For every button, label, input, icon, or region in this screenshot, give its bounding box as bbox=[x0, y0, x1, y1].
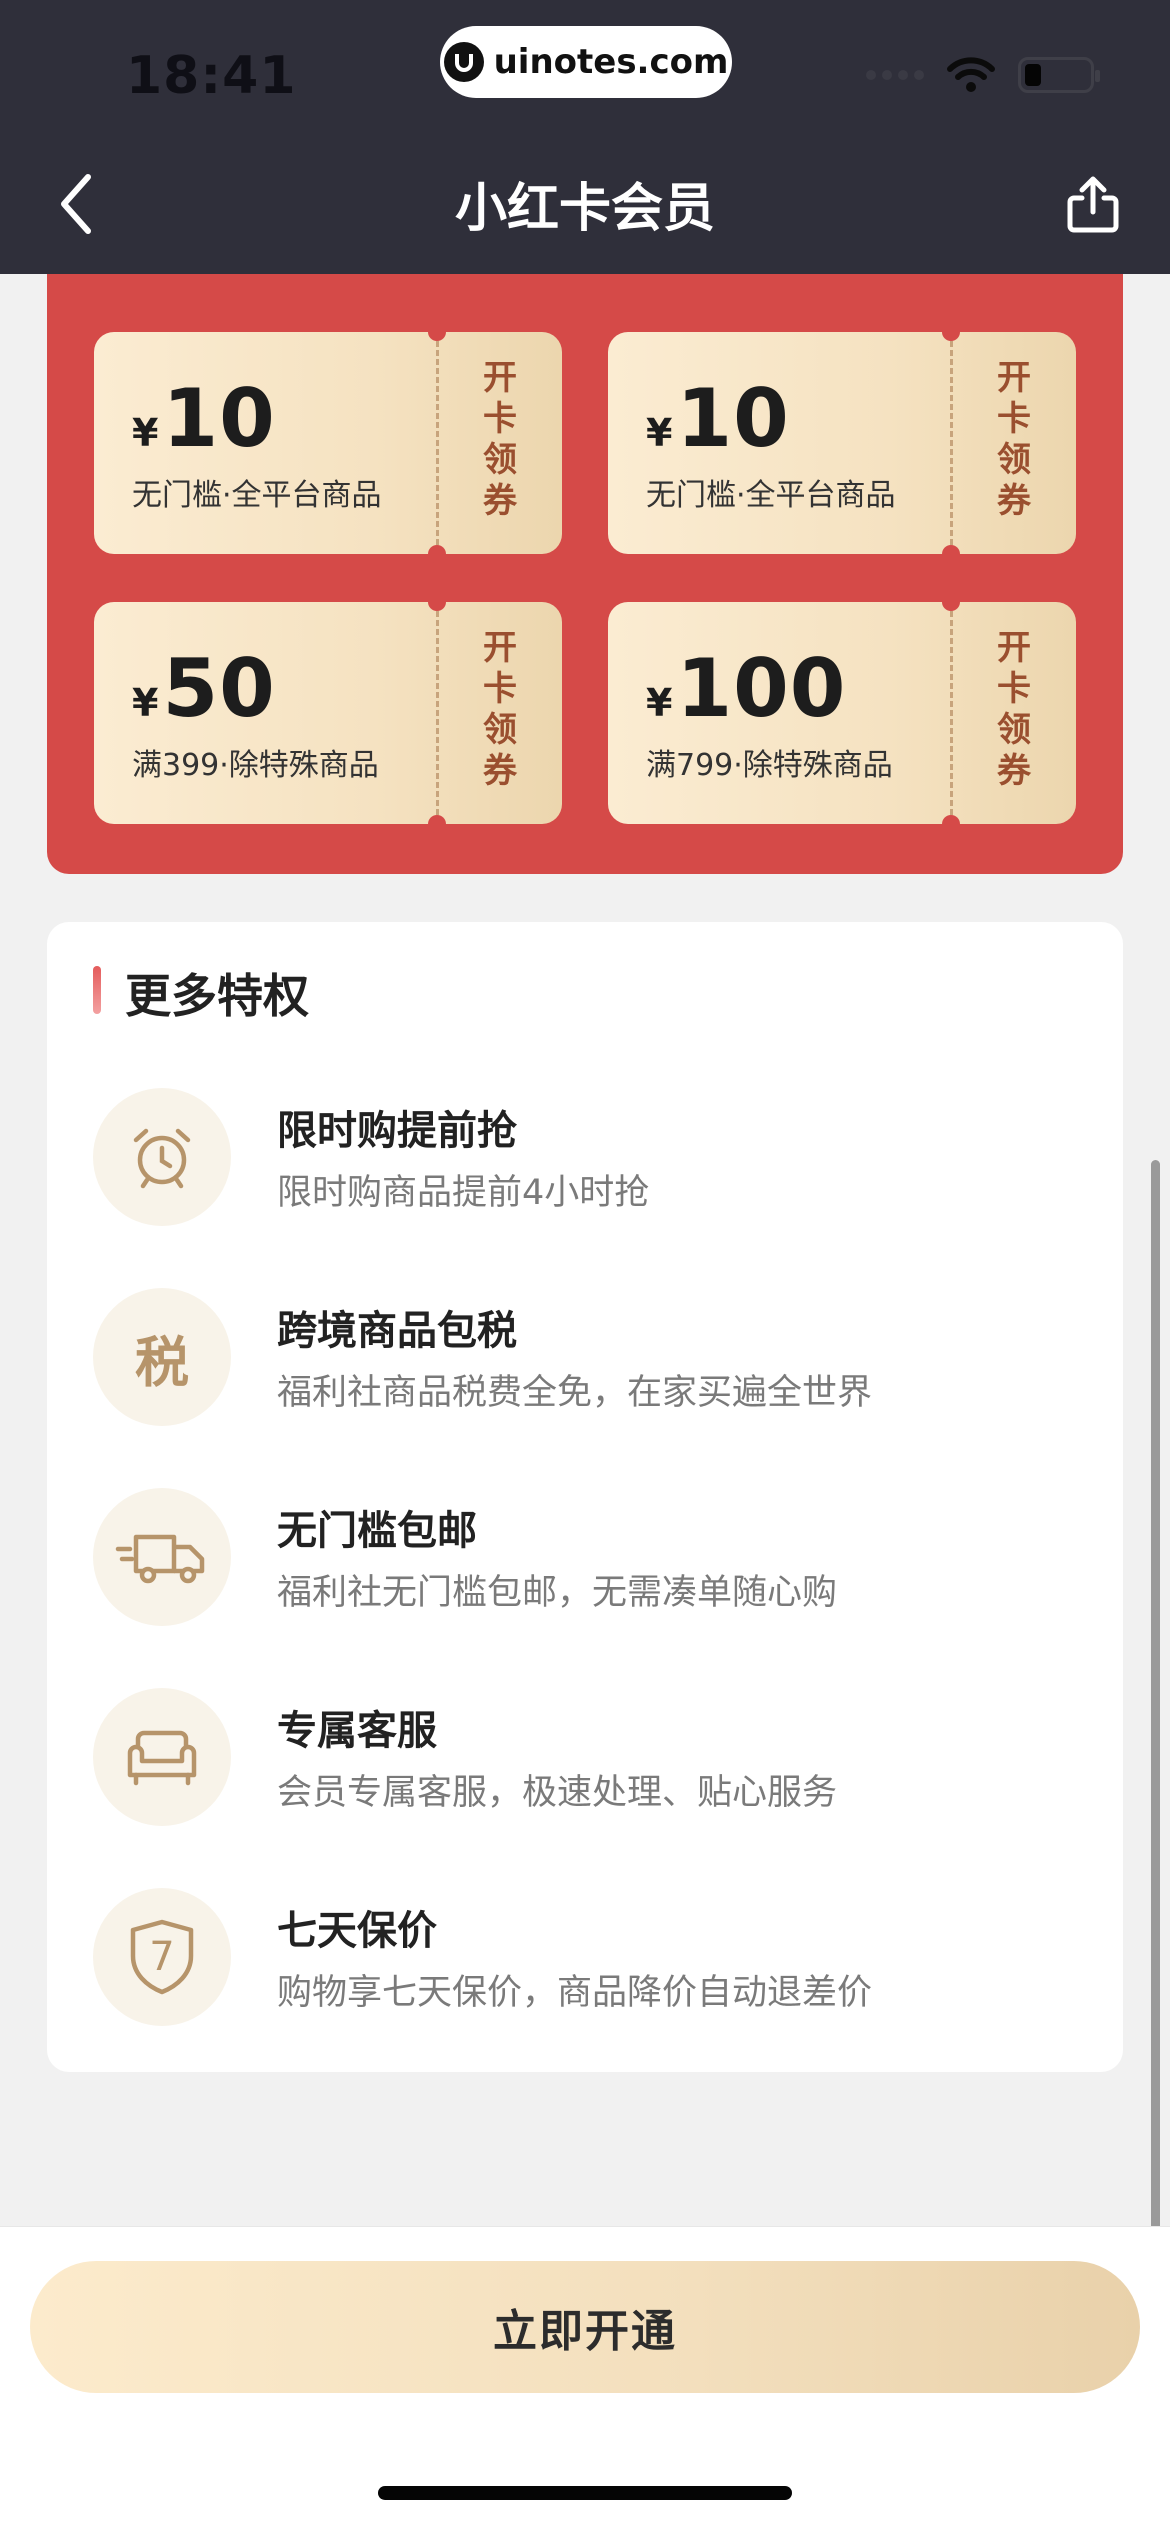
coupon-action-char: 卡 bbox=[483, 669, 517, 709]
coupon-divider bbox=[950, 602, 953, 824]
coupon-amount: ¥ 10 bbox=[132, 372, 276, 465]
url-text: uinotes.com bbox=[493, 42, 729, 82]
coupon-action-char: 卡 bbox=[997, 399, 1031, 439]
coupon-card[interactable]: ¥ 10 无门槛·全平台商品 开 卡 领 券 bbox=[94, 323, 562, 563]
coupon-action-char: 开 bbox=[997, 358, 1031, 398]
privilege-desc: 购物享七天保价，商品降价自动退差价 bbox=[277, 1973, 873, 2013]
coupon-divider bbox=[436, 602, 439, 824]
coupon-action-char: 领 bbox=[483, 710, 517, 750]
coupon-card[interactable]: ¥ 50 满399·除特殊商品 开 卡 领 券 bbox=[94, 593, 562, 833]
tax-icon: 税 bbox=[93, 1288, 231, 1426]
coupon-currency: ¥ bbox=[132, 411, 159, 455]
coupon-notch bbox=[428, 323, 446, 341]
coupon-value: 50 bbox=[162, 642, 276, 735]
app-header: 18:41 uinotes.com 小红卡会员 bbox=[0, 0, 1170, 274]
coupon-amount: ¥ 50 bbox=[132, 642, 276, 735]
privilege-item: 税 跨境商品包税 福利社商品税费全免，在家买遍全世界 bbox=[93, 1288, 1093, 1438]
privilege-item: 专属客服 会员专属客服，极速处理、贴心服务 bbox=[93, 1688, 1093, 1838]
coupon-currency: ¥ bbox=[132, 681, 159, 725]
coupon-action-char: 券 bbox=[997, 751, 1031, 791]
coupon-action-char: 开 bbox=[483, 358, 517, 398]
coupon-notch bbox=[942, 815, 960, 833]
status-time: 18:41 bbox=[126, 46, 297, 106]
privilege-desc: 限时购商品提前4小时抢 bbox=[277, 1173, 650, 1213]
coupon-action-char: 券 bbox=[483, 751, 517, 791]
battery-icon bbox=[1018, 57, 1100, 93]
delivery-truck-icon bbox=[93, 1488, 231, 1626]
privilege-item: 无门槛包邮 福利社无门槛包邮，无需凑单随心购 bbox=[93, 1488, 1093, 1638]
coupon-action-char: 券 bbox=[483, 481, 517, 521]
coupon-notch bbox=[428, 545, 446, 563]
privilege-item: 限时购提前抢 限时购商品提前4小时抢 bbox=[93, 1088, 1093, 1238]
coupon-action-char: 券 bbox=[997, 481, 1031, 521]
tax-icon-glyph: 税 bbox=[135, 1330, 189, 1394]
shield-seven-glyph: 7 bbox=[149, 1934, 175, 1980]
privilege-name: 限时购提前抢 bbox=[277, 1108, 517, 1154]
coupon-action-char: 开 bbox=[997, 628, 1031, 668]
coupon-action-char: 领 bbox=[997, 440, 1031, 480]
coupon-action-char: 领 bbox=[483, 440, 517, 480]
privilege-desc: 福利社无门槛包邮，无需凑单随心购 bbox=[277, 1573, 838, 1613]
coupon-action-char: 卡 bbox=[997, 669, 1031, 709]
activate-now-button[interactable]: 立即开通 bbox=[30, 2261, 1140, 2393]
coupon-claim-button[interactable]: 开 卡 领 券 bbox=[450, 358, 550, 522]
privilege-desc: 福利社商品税费全免，在家买遍全世界 bbox=[277, 1373, 873, 1413]
wifi-icon bbox=[947, 57, 995, 92]
privilege-name: 无门槛包邮 bbox=[277, 1508, 477, 1554]
privilege-name: 七天保价 bbox=[277, 1908, 437, 1954]
coupon-notch bbox=[428, 593, 446, 611]
privileges-card: 更多特权 限时购提前抢 限时购商品提前4小时抢 税 跨境商品包税 福利社商品税费… bbox=[47, 922, 1123, 2072]
coupon-notch bbox=[942, 323, 960, 341]
coupon-card[interactable]: ¥ 100 满799·除特殊商品 开 卡 领 券 bbox=[608, 593, 1076, 833]
coupon-condition: 无门槛·全平台商品 bbox=[646, 478, 896, 513]
page-title: 小红卡会员 bbox=[454, 179, 715, 239]
scrollbar[interactable] bbox=[1151, 1160, 1160, 2392]
coupon-card[interactable]: ¥ 10 无门槛·全平台商品 开 卡 领 券 bbox=[608, 323, 1076, 563]
uinotes-logo-icon bbox=[443, 42, 484, 82]
home-indicator bbox=[378, 2486, 792, 2500]
coupon-condition: 满399·除特殊商品 bbox=[132, 748, 379, 783]
coupon-claim-button[interactable]: 开 卡 领 券 bbox=[450, 628, 550, 792]
share-button[interactable] bbox=[1058, 170, 1128, 240]
coupon-amount: ¥ 10 bbox=[646, 372, 790, 465]
coupon-action-char: 领 bbox=[997, 710, 1031, 750]
coupon-currency: ¥ bbox=[646, 681, 673, 725]
sofa-icon bbox=[93, 1688, 231, 1826]
coupon-value: 100 bbox=[676, 642, 847, 735]
shield-seven-icon: 7 bbox=[93, 1888, 231, 2026]
coupon-action-char: 卡 bbox=[483, 399, 517, 439]
coupon-action-char: 开 bbox=[483, 628, 517, 668]
cellular-signal-icon bbox=[866, 70, 924, 80]
coupon-currency: ¥ bbox=[646, 411, 673, 455]
share-icon bbox=[1067, 176, 1119, 233]
privilege-item: 7 七天保价 购物享七天保价，商品降价自动退差价 bbox=[93, 1888, 1093, 2038]
privilege-desc: 会员专属客服，极速处理、贴心服务 bbox=[277, 1773, 838, 1813]
coupon-amount: ¥ 100 bbox=[646, 642, 846, 735]
coupon-condition: 无门槛·全平台商品 bbox=[132, 478, 382, 513]
coupon-notch bbox=[942, 593, 960, 611]
coupon-claim-button[interactable]: 开 卡 领 券 bbox=[964, 358, 1064, 522]
coupon-value: 10 bbox=[676, 372, 790, 465]
section-accent-bar bbox=[93, 966, 101, 1014]
coupon-panel: ¥ 10 无门槛·全平台商品 开 卡 领 券 ¥ 10 无门槛·全平台商品 开 … bbox=[47, 274, 1123, 874]
status-icons bbox=[866, 56, 1100, 94]
coupon-condition: 满799·除特殊商品 bbox=[646, 748, 893, 783]
privilege-name: 跨境商品包税 bbox=[277, 1308, 517, 1354]
coupon-notch bbox=[942, 545, 960, 563]
coupon-notch bbox=[428, 815, 446, 833]
coupon-claim-button[interactable]: 开 卡 领 券 bbox=[964, 628, 1064, 792]
privilege-name: 专属客服 bbox=[277, 1708, 437, 1754]
coupon-divider bbox=[436, 332, 439, 554]
alarm-clock-icon bbox=[93, 1088, 231, 1226]
coupon-value: 10 bbox=[162, 372, 276, 465]
privileges-title: 更多特权 bbox=[125, 969, 309, 1023]
url-pill: uinotes.com bbox=[440, 26, 732, 98]
coupon-divider bbox=[950, 332, 953, 554]
